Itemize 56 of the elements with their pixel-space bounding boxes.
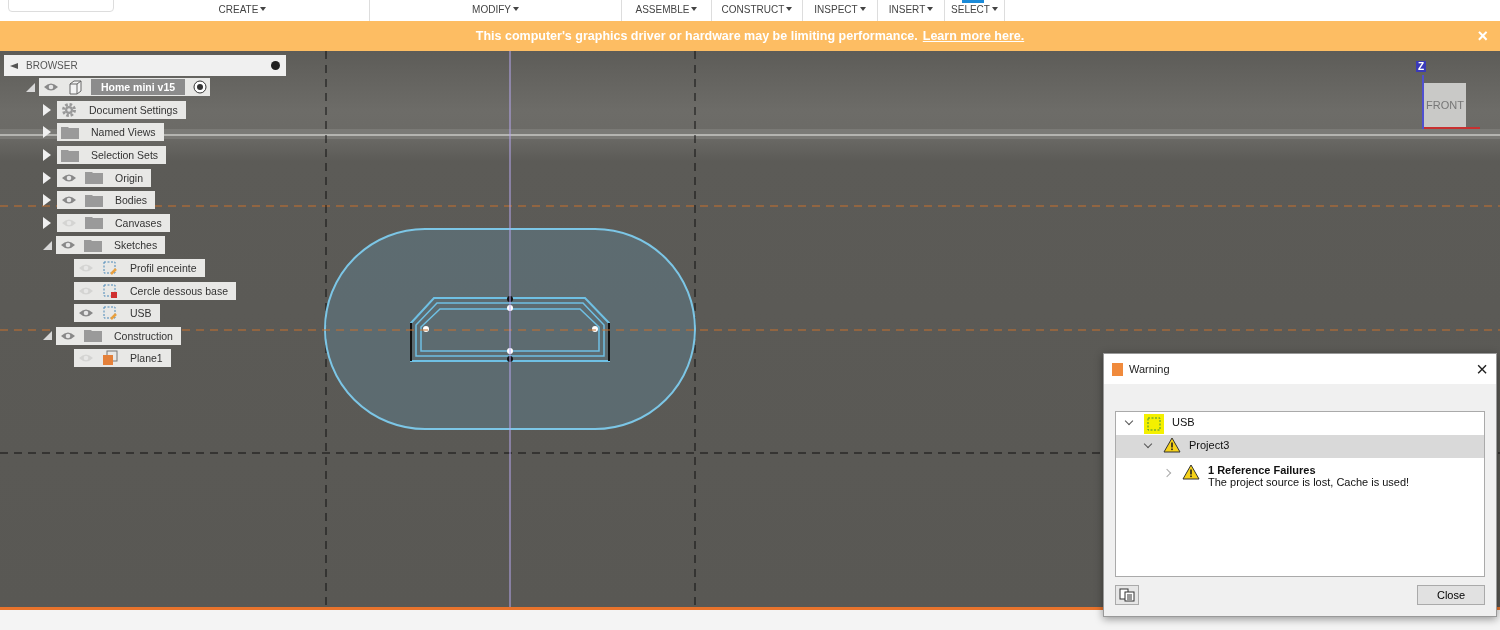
close-button[interactable]: × xyxy=(1476,359,1488,379)
banner-message: This computer's graphics driver or hardware may be limiting performance. xyxy=(475,29,918,43)
browser-item[interactable]: Canvases xyxy=(57,213,170,232)
tree-label: USB xyxy=(1172,415,1195,428)
sketch-icon xyxy=(102,305,118,322)
plane-icon xyxy=(102,350,118,367)
eye-icon[interactable] xyxy=(43,82,59,93)
warning-row[interactable]: 1 Reference Failures The project source is lost, Cache is used! xyxy=(1116,458,1484,488)
eye-icon[interactable] xyxy=(60,240,76,251)
copy-icon xyxy=(1119,588,1135,602)
active-indicator xyxy=(962,0,984,3)
axis-label: Z xyxy=(1416,61,1427,72)
browser-item[interactable]: Origin xyxy=(57,168,151,187)
browser-item[interactable]: Construction xyxy=(56,326,181,345)
app-logo-icon xyxy=(1112,362,1123,376)
eye-icon[interactable] xyxy=(61,195,77,206)
browser-item[interactable]: USB xyxy=(74,304,160,323)
activate-radio-icon[interactable] xyxy=(193,80,208,95)
copy-button[interactable] xyxy=(1115,585,1139,605)
browser-item[interactable]: Sketches xyxy=(56,236,166,255)
warning-row[interactable]: USB xyxy=(1116,412,1484,435)
folder-icon xyxy=(85,171,103,185)
close-button[interactable]: Close xyxy=(1417,585,1485,605)
folder-icon xyxy=(85,216,103,230)
minimize-icon[interactable] xyxy=(271,61,280,70)
browser-item[interactable]: Bodies xyxy=(57,191,156,210)
dialog-title: Warning xyxy=(1129,363,1171,375)
browser-item[interactable]: Selection Sets xyxy=(57,146,167,165)
warning-icon xyxy=(1182,464,1200,480)
x-axis-line xyxy=(1424,127,1480,129)
browser-item[interactable]: Named Views xyxy=(57,123,164,142)
tree-label: Project3 xyxy=(1189,438,1230,451)
folder-icon xyxy=(61,148,79,162)
eye-icon[interactable] xyxy=(61,172,77,183)
eye-icon[interactable] xyxy=(78,308,94,319)
warning-row[interactable]: Project3 xyxy=(1116,435,1484,458)
browser-item[interactable]: Plane1 xyxy=(74,349,171,368)
warning-icon xyxy=(1163,437,1181,453)
sketch-icon xyxy=(1144,414,1164,434)
browser-item[interactable]: Profil enceinte xyxy=(74,259,205,278)
folder-icon xyxy=(84,329,102,343)
browser-item[interactable]: Cercle dessous base xyxy=(74,281,237,300)
browser-item[interactable]: Document Settings xyxy=(57,100,186,119)
folder-icon xyxy=(85,193,103,207)
sketch-icon xyxy=(102,260,118,277)
eye-icon[interactable] xyxy=(60,330,76,341)
folder-icon xyxy=(61,126,79,139)
collapse-icon[interactable] xyxy=(10,62,18,69)
browser-title: BROWSER xyxy=(26,60,79,71)
gear-icon xyxy=(61,101,77,118)
component-box-icon xyxy=(67,79,83,96)
folder-icon xyxy=(84,238,102,252)
failure-message: The project source is lost, Cache is used! xyxy=(1208,476,1410,488)
z-axis-line xyxy=(1422,75,1424,129)
sketch-icon xyxy=(102,282,118,299)
failure-title: 1 Reference Failures xyxy=(1208,464,1317,476)
